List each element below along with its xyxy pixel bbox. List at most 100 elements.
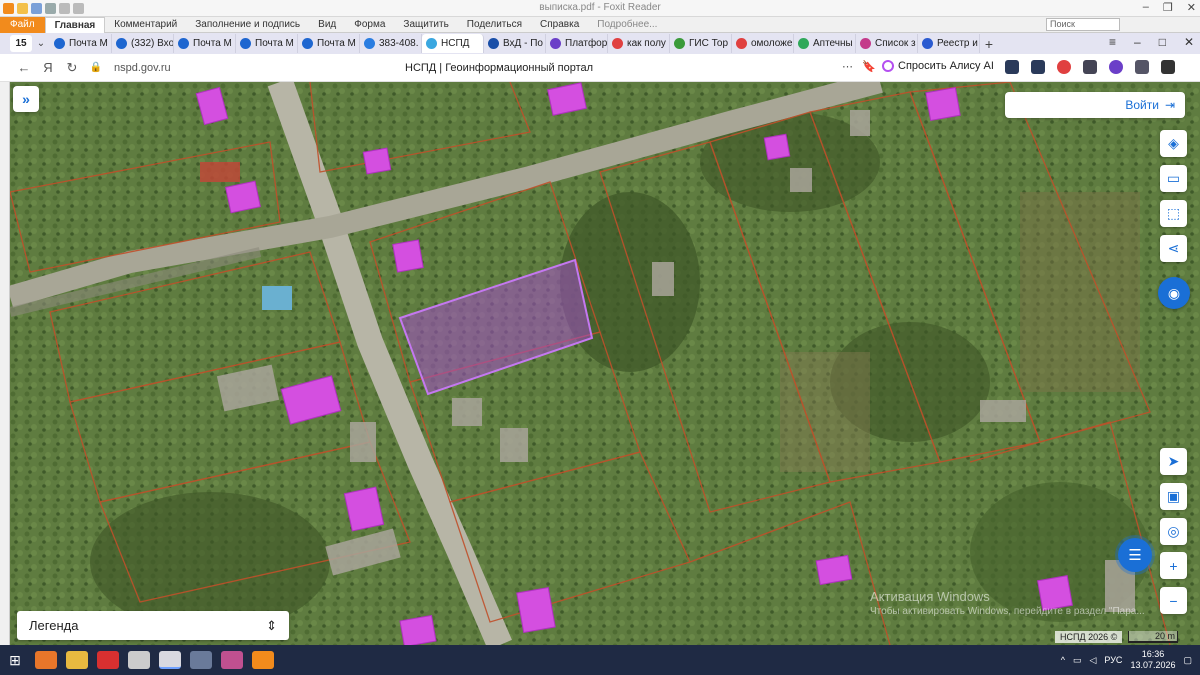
new-tab-icon[interactable]: + xyxy=(980,36,998,52)
foxit-search-input[interactable]: Поиск xyxy=(1046,18,1120,31)
tab-label: как полу xyxy=(627,38,666,49)
tab-counter[interactable]: 15 xyxy=(10,35,32,52)
watermark-subtitle: Чтобы активировать Windows, перейдите в … xyxy=(870,606,1145,617)
scale-bar: 20 m xyxy=(1128,631,1178,643)
tab-label: Почта М xyxy=(255,38,294,49)
tab-favicon-icon xyxy=(674,38,685,49)
extension-icon[interactable] xyxy=(1057,60,1071,74)
tab-form[interactable]: Форма xyxy=(345,17,394,33)
browser-tab[interactable]: НСПД xyxy=(422,34,484,53)
restore-icon[interactable]: ❐ xyxy=(1163,1,1173,14)
chat-button[interactable]: ☰ xyxy=(1118,538,1152,572)
foxit-icon[interactable] xyxy=(251,651,274,669)
yandex-browser-icon[interactable] xyxy=(158,651,181,669)
language-indicator[interactable]: РУС xyxy=(1104,655,1122,665)
url-text[interactable]: nspd.gov.ru xyxy=(114,62,171,74)
tab-label: Аптечны xyxy=(813,38,853,49)
tab-label: ГИС Тор xyxy=(689,38,729,49)
open-icon[interactable] xyxy=(17,2,28,14)
browser-tab[interactable]: Аптечны xyxy=(794,34,856,53)
browser-tab[interactable]: Почта М xyxy=(50,34,112,53)
browser-tab[interactable]: 383-408. xyxy=(360,34,422,53)
extension-icon[interactable] xyxy=(1031,60,1045,74)
tab-comment[interactable]: Комментарий xyxy=(105,17,186,33)
alisa-button[interactable]: Спросить Алису AI xyxy=(882,60,994,72)
minimize-icon[interactable]: – xyxy=(1143,1,1149,14)
print-icon[interactable] xyxy=(45,2,56,14)
tab-list-chevron-icon[interactable]: ⌄ xyxy=(32,38,50,49)
file-tab[interactable]: Файл xyxy=(0,16,45,33)
more-icon[interactable]: ⋯ xyxy=(842,60,853,73)
redo-icon[interactable] xyxy=(73,2,84,14)
login-button[interactable]: Войти ⇥ xyxy=(1005,92,1185,118)
tab-help[interactable]: Справка xyxy=(531,17,588,33)
chevron-up-icon[interactable]: ^ xyxy=(1061,655,1065,665)
extension-icon[interactable] xyxy=(1005,60,1019,74)
maximize-icon[interactable]: □ xyxy=(1159,35,1166,49)
basemap-button[interactable]: ▣ xyxy=(1160,483,1187,510)
system-tray: ^ ▭ ◁ РУС 16:36 13.07.2026 ▢ xyxy=(1061,649,1192,671)
tab-more[interactable]: Подробнее... xyxy=(588,17,666,33)
volume-icon[interactable]: ◁ xyxy=(1089,655,1096,666)
zoom-out-button[interactable]: − xyxy=(1160,587,1187,614)
back-icon[interactable]: ← xyxy=(12,60,36,75)
app-icon[interactable] xyxy=(127,651,150,669)
browser-tab[interactable]: как полу xyxy=(608,34,670,53)
share-button[interactable]: ⋖ xyxy=(1160,235,1187,262)
tab-view[interactable]: Вид xyxy=(309,17,345,33)
yandex-icon[interactable] xyxy=(96,651,119,669)
chevron-updown-icon: ⇕ xyxy=(266,617,277,633)
map-view[interactable]: » Войти ⇥ ◈ ▭ ⬚ ⋖ ◉ ➤ ▣ ◎ + − ☰ Легенда … xyxy=(10,82,1200,645)
explorer-icon[interactable] xyxy=(65,651,88,669)
tab-home[interactable]: Главная xyxy=(44,16,106,33)
network-icon[interactable]: ▭ xyxy=(1073,655,1082,666)
minimize-icon[interactable]: – xyxy=(1134,35,1141,49)
browser-window-controls: ≡ – □ ✕ xyxy=(1109,35,1194,49)
browser-tab[interactable]: ГИС Тор xyxy=(670,34,732,53)
my-location-button[interactable]: ◎ xyxy=(1160,518,1187,545)
ruler-button[interactable]: ▭ xyxy=(1160,165,1187,192)
browser-tab[interactable]: Почта М xyxy=(236,34,298,53)
assistant-button[interactable]: ◉ xyxy=(1158,277,1190,309)
extension-icon[interactable] xyxy=(1161,60,1175,74)
start-icon[interactable]: ⊞ xyxy=(0,652,30,669)
browser-tab[interactable]: Платфор xyxy=(546,34,608,53)
browser-tab[interactable]: ВхД - По xyxy=(484,34,546,53)
reload-icon[interactable]: ↻ xyxy=(60,60,84,76)
browser-tab[interactable]: (332) Вхо xyxy=(112,34,174,53)
menu-icon[interactable]: ≡ xyxy=(1109,35,1116,49)
firefox-icon[interactable] xyxy=(34,651,57,669)
browser-tab[interactable]: омоложе xyxy=(732,34,794,53)
zoom-in-button[interactable]: + xyxy=(1160,552,1187,579)
tab-protect[interactable]: Защитить xyxy=(394,17,457,33)
browser-tab[interactable]: Список з xyxy=(856,34,918,53)
notifications-icon[interactable]: ▢ xyxy=(1183,655,1192,666)
expand-panel-button[interactable]: » xyxy=(13,86,39,112)
save-icon[interactable] xyxy=(31,2,42,14)
extension-icon[interactable] xyxy=(1109,60,1123,74)
legend-dropdown[interactable]: Легенда ⇕ xyxy=(17,611,289,640)
extension-icon[interactable] xyxy=(1083,60,1097,74)
browser-tab[interactable]: Почта М xyxy=(298,34,360,53)
browser-tab[interactable]: Реестр и xyxy=(918,34,980,53)
layers-button[interactable]: ◈ xyxy=(1160,130,1187,157)
satellite-map[interactable] xyxy=(10,82,1200,645)
tab-fill-sign[interactable]: Заполнение и подпись xyxy=(186,17,309,33)
calendar-icon[interactable] xyxy=(220,651,243,669)
window-title: выписка.pdf - Foxit Reader xyxy=(539,2,661,13)
tab-label: омоложе xyxy=(751,38,793,49)
location-button[interactable]: ➤ xyxy=(1160,448,1187,475)
undo-icon[interactable] xyxy=(59,2,70,14)
close-icon[interactable]: ✕ xyxy=(1184,35,1194,49)
extension-icon[interactable] xyxy=(1135,60,1149,74)
tab-favicon-icon xyxy=(54,38,65,49)
close-icon[interactable]: ✕ xyxy=(1187,1,1196,14)
tab-share[interactable]: Поделиться xyxy=(458,17,531,33)
app-icon[interactable] xyxy=(189,651,212,669)
select-area-button[interactable]: ⬚ xyxy=(1160,200,1187,227)
tab-label: (332) Вхо xyxy=(131,38,174,49)
clock[interactable]: 16:36 13.07.2026 xyxy=(1130,649,1175,671)
browser-tab[interactable]: Почта М xyxy=(174,34,236,53)
bookmark-icon[interactable]: 🔖 xyxy=(862,60,876,73)
yandex-icon[interactable]: Я xyxy=(36,60,60,75)
